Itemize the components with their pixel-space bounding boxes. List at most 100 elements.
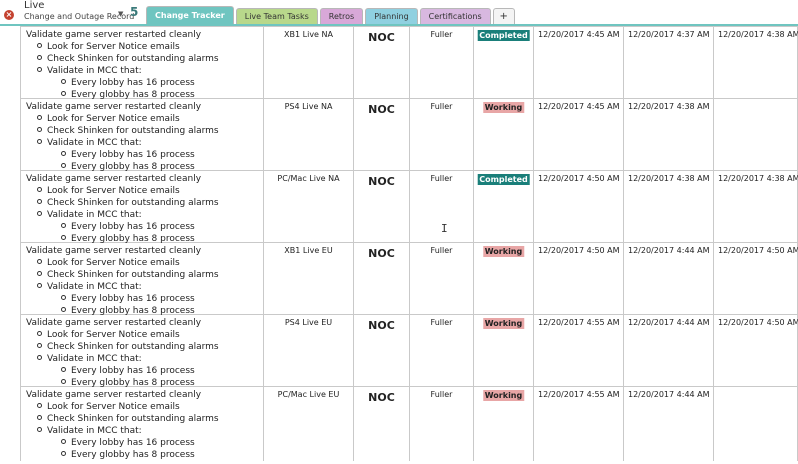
- timestamp: 12/20/2017 4:37 AM: [628, 30, 710, 39]
- bullet-icon: [37, 211, 42, 216]
- owner-cell[interactable]: Fuller: [410, 99, 474, 170]
- owner-cell[interactable]: Fuller: [410, 315, 474, 386]
- time-cell[interactable]: 12/20/2017 4:55 AM: [534, 387, 624, 461]
- time-cell[interactable]: 12/20/2017 4:44 AM: [624, 387, 714, 461]
- text-cursor-icon: I: [441, 222, 448, 235]
- team-label: NOC: [368, 175, 395, 188]
- time-cell[interactable]: 12/20/2017 4:37 AM: [624, 27, 714, 98]
- chevron-down-icon[interactable]: ▼: [118, 10, 123, 18]
- platform-cell[interactable]: PC/Mac Live EU: [264, 387, 354, 461]
- time-cell[interactable]: 12/20/2017 4:38 AM: [624, 99, 714, 170]
- table-row: Validate game server restarted cleanly Lo…: [20, 243, 798, 316]
- platform-cell[interactable]: PS4 Live EU: [264, 315, 354, 386]
- task-title: Validate game server restarted cleanly: [26, 30, 202, 40]
- platform-cell[interactable]: XB1 Live EU: [264, 243, 354, 314]
- add-section-button[interactable]: +: [492, 8, 515, 24]
- team-cell[interactable]: NOC: [354, 315, 410, 386]
- timestamp: 12/20/2017 4:55 AM: [538, 318, 620, 327]
- task-cell[interactable]: Validate game server restarted cleanly Lo…: [20, 27, 264, 100]
- bullet-icon: [37, 415, 42, 420]
- tab-live-team-tasks[interactable]: Live Team Tasks: [235, 8, 318, 24]
- status-cell[interactable]: Completed: [474, 27, 534, 98]
- team-cell[interactable]: NOC: [354, 27, 410, 98]
- subtask-item: Validate in MCC that:: [37, 210, 142, 220]
- time-cell[interactable]: 12/20/2017 4:44 AM: [624, 315, 714, 386]
- time-cell[interactable]: 12/20/2017 4:44 AM: [624, 243, 714, 314]
- team-cell[interactable]: NOC: [354, 99, 410, 170]
- time-cell[interactable]: [714, 99, 798, 170]
- table-row: Validate game server restarted cleanly Lo…: [20, 387, 798, 461]
- notebook-name[interactable]: Live: [24, 0, 44, 11]
- task-cell[interactable]: Validate game server restarted cleanly Lo…: [20, 387, 264, 461]
- time-cell[interactable]: 12/20/2017 4:45 AM: [534, 99, 624, 170]
- status-cell[interactable]: Completed: [474, 171, 534, 242]
- back-arrow-icon[interactable]: 5: [130, 5, 138, 19]
- status-cell[interactable]: Working: [474, 315, 534, 386]
- status-cell[interactable]: Working: [474, 387, 534, 461]
- time-cell[interactable]: 12/20/2017 4:38 AM: [624, 171, 714, 242]
- bullet-icon: [61, 451, 66, 456]
- status-badge: Working: [482, 102, 525, 113]
- time-cell[interactable]: [714, 387, 798, 461]
- status-cell[interactable]: Working: [474, 243, 534, 314]
- platform-cell[interactable]: PS4 Live NA: [264, 99, 354, 170]
- task-cell[interactable]: Validate game server restarted cleanly Lo…: [20, 99, 264, 172]
- bullet-icon: [37, 187, 42, 192]
- time-cell[interactable]: 12/20/2017 4:50 AM: [534, 171, 624, 242]
- subtask-item: Validate in MCC that:: [37, 426, 142, 436]
- timestamp: 12/20/2017 4:38 AM: [718, 30, 798, 39]
- status-cell[interactable]: Working: [474, 99, 534, 170]
- bullet-icon: [61, 163, 66, 168]
- platform-label: XB1 Live NA: [284, 30, 333, 39]
- task-cell[interactable]: Validate game server restarted cleanly Lo…: [20, 315, 264, 388]
- time-cell[interactable]: 12/20/2017 4:55 AM: [534, 315, 624, 386]
- bullet-icon: [37, 355, 42, 360]
- time-cell[interactable]: 12/20/2017 4:38 AM: [714, 27, 798, 98]
- bullet-icon: [37, 331, 42, 336]
- subtask-item: Check Shinken for outstanding alarms: [37, 414, 219, 424]
- sync-error-icon[interactable]: ×: [4, 10, 14, 20]
- time-cell[interactable]: 12/20/2017 4:38 AM: [714, 171, 798, 242]
- subtask-item: Look for Server Notice emails: [37, 330, 180, 340]
- subsubtask-item: Every lobby has 16 process: [61, 366, 195, 376]
- platform-cell[interactable]: XB1 Live NA: [264, 27, 354, 98]
- timestamp: 12/20/2017 4:45 AM: [538, 102, 620, 111]
- time-cell[interactable]: 12/20/2017 4:50 AM: [714, 315, 798, 386]
- timestamp: 12/20/2017 4:38 AM: [628, 102, 710, 111]
- owner-cell[interactable]: Fuller: [410, 243, 474, 314]
- owner-cell[interactable]: Fuller: [410, 27, 474, 98]
- team-cell[interactable]: NOC: [354, 243, 410, 314]
- bullet-icon: [37, 115, 42, 120]
- change-tracker-table: Validate game server restarted cleanly Lo…: [20, 26, 798, 461]
- owner-label: Fuller: [430, 390, 453, 399]
- tab-retros[interactable]: Retros: [319, 8, 364, 24]
- tab-change-tracker[interactable]: Change Tracker: [146, 6, 234, 24]
- status-badge: Completed: [477, 174, 530, 185]
- subsubtask-item: Every lobby has 16 process: [61, 438, 195, 448]
- task-cell[interactable]: Validate game server restarted cleanly Lo…: [20, 171, 264, 244]
- bullet-icon: [61, 439, 66, 444]
- tab-planning[interactable]: Planning: [365, 8, 418, 24]
- subtask-item: Validate in MCC that:: [37, 282, 142, 292]
- owner-cell[interactable]: Fuller: [410, 387, 474, 461]
- team-label: NOC: [368, 103, 395, 116]
- time-cell[interactable]: 12/20/2017 4:45 AM: [534, 27, 624, 98]
- task-cell[interactable]: Validate game server restarted cleanly Lo…: [20, 243, 264, 316]
- subsubtask-item: Every lobby has 16 process: [61, 294, 195, 304]
- team-cell[interactable]: NOC: [354, 171, 410, 242]
- time-cell[interactable]: 12/20/2017 4:50 AM: [534, 243, 624, 314]
- team-cell[interactable]: NOC: [354, 387, 410, 461]
- timestamp: 12/20/2017 4:38 AM: [718, 174, 798, 183]
- section-tabs: Change Tracker Live Team Tasks Retros Pl…: [146, 6, 517, 24]
- subtask-item: Look for Server Notice emails: [37, 258, 180, 268]
- bullet-icon: [37, 403, 42, 408]
- time-cell[interactable]: 12/20/2017 4:50 AM: [714, 243, 798, 314]
- table-row: Validate game server restarted cleanly Lo…: [20, 171, 798, 244]
- timestamp: 12/20/2017 4:55 AM: [538, 390, 620, 399]
- task-title: Validate game server restarted cleanly: [26, 246, 202, 256]
- subtask-item: Check Shinken for outstanding alarms: [37, 342, 219, 352]
- platform-cell[interactable]: PC/Mac Live NA: [264, 171, 354, 242]
- status-badge: Working: [482, 246, 525, 257]
- owner-label: Fuller: [430, 246, 453, 255]
- tab-certifications[interactable]: Certifications: [419, 8, 491, 24]
